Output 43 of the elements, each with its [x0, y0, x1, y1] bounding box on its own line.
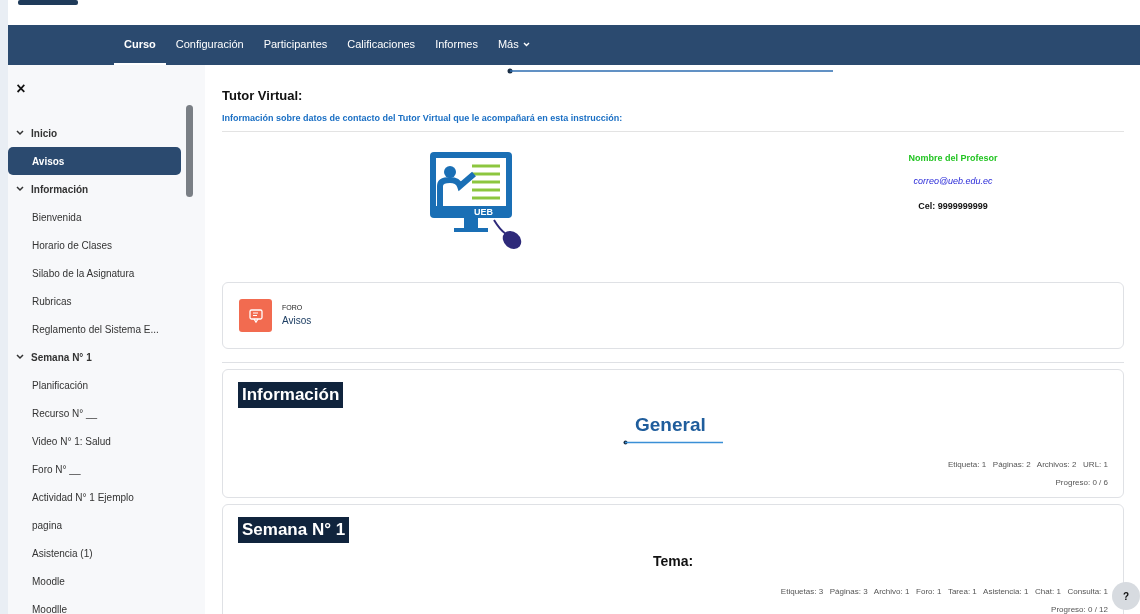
email-link[interactable]: correo@ueb.edu.ec — [913, 174, 993, 188]
sidebar-item[interactable]: Reglamento del Sistema E... — [8, 315, 181, 343]
sidebar-item[interactable]: Recurso N° __ — [8, 399, 181, 427]
sidebar-item[interactable]: Horario de Clases — [8, 231, 181, 259]
activity-summary: Etiquetas: 3 Páginas: 3 Archivo: 1 Foro: 1 Tarea: 1 Asistencia: 1 Chat: 1 Consulta: 1 — [779, 585, 1108, 598]
sidebar-item[interactable]: Planificación — [8, 371, 181, 399]
section-heading: Información — [238, 382, 344, 408]
sidebar-section[interactable]: Inicio — [8, 119, 181, 147]
forum-link[interactable]: Avisos — [282, 313, 312, 329]
nav-tab[interactable]: Participantes — [253, 25, 338, 65]
topic-heading: Tema: — [651, 551, 695, 571]
sidebar-item[interactable]: Moodle — [8, 567, 181, 595]
nav-tab[interactable]: Informes — [425, 25, 488, 65]
section-title: Tutor Virtual: — [222, 87, 304, 105]
progress-text: Progreso: 0 / 12 — [1050, 603, 1108, 614]
sidebar-item[interactable]: pagina — [8, 511, 181, 539]
activity-summary: Etiqueta: 1 Páginas: 2 Archivos: 2 URL: 1 — [946, 458, 1108, 471]
description-text: Información sobre datos de contacto del Tutor Virtual que le acompañará en esta instrucción: — [222, 111, 1124, 132]
nav-tab[interactable]: Más — [487, 25, 540, 65]
sidebar-item[interactable]: Avisos — [8, 147, 181, 175]
section-heading: Semana N° 1 — [238, 516, 350, 543]
nav-tab[interactable]: Configuración — [165, 25, 254, 65]
teacher-name: Nombre del Profesor — [908, 152, 998, 165]
logo-drawing — [18, 0, 78, 6]
sidebar-item[interactable]: Actividad N° 1 Ejemplo — [8, 483, 181, 511]
sidebar-item[interactable]: Moodlle — [8, 595, 181, 614]
close-button[interactable]: × — [14, 81, 28, 97]
sidebar-item[interactable]: Rubricas — [8, 287, 181, 315]
sidebar-item[interactable]: Silabo de la Asignatura — [8, 259, 181, 287]
sidebar-item[interactable]: Foro N° __ — [8, 455, 181, 483]
nav-tab[interactable]: Calificaciones — [337, 25, 426, 65]
sidebar-section[interactable]: Información — [8, 175, 181, 203]
chevron-down-icon — [16, 354, 24, 360]
banner-title: General — [635, 413, 706, 437]
phone-number: Cel: 9999999999 — [918, 200, 988, 213]
chevron-down-icon — [16, 186, 24, 192]
sidebar-section[interactable]: Semana N° 1 — [8, 343, 181, 371]
sidebar-item[interactable]: Video N° 1: Salud — [8, 427, 181, 455]
sidebar-item[interactable]: Bienvenida — [8, 203, 181, 231]
progress-text: Progreso: 0 / 6 — [1054, 476, 1108, 489]
sidebar-item[interactable]: Asistencia (1) — [8, 539, 181, 567]
chevron-down-icon — [16, 130, 24, 136]
forum-icon — [239, 299, 272, 332]
